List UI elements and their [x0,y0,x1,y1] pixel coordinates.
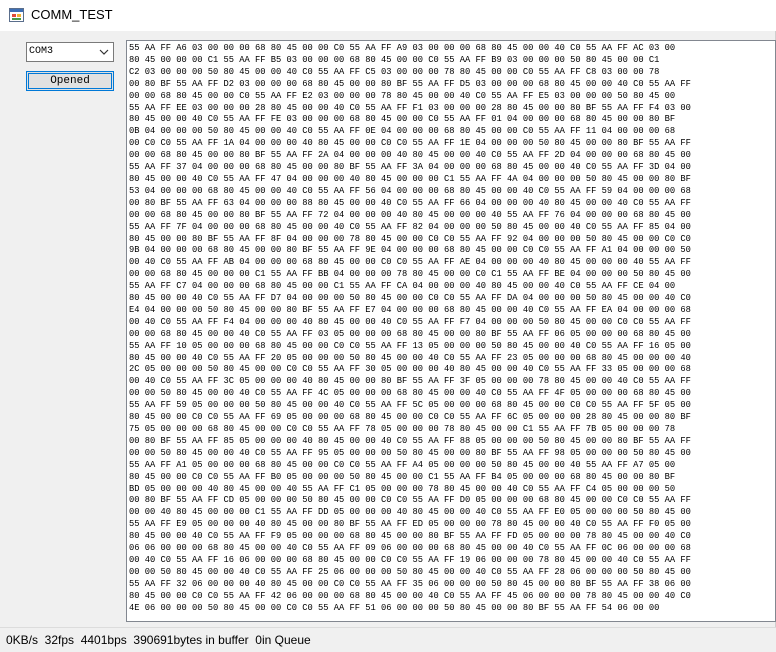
title-bar[interactable]: COMM_TEST [0,0,776,31]
hex-line: 80 45 00 00 40 C0 55 AA FF D7 04 00 00 0… [129,293,691,304]
hex-line: 00 00 50 80 45 00 00 40 C0 55 AA FF 4C 0… [129,388,691,399]
hex-line: 80 45 00 00 40 C0 55 AA FF FE 03 00 00 0… [129,114,676,125]
hex-line: 80 45 00 00 40 C0 55 AA FF F9 05 00 00 0… [129,531,691,542]
hex-line: 55 AA FF 7F 04 00 00 00 68 80 45 00 00 4… [129,221,691,232]
hex-line: 00 00 68 80 45 00 00 00 C1 55 AA FF BB 0… [129,269,691,280]
hex-line: 55 AA FF E9 05 00 00 00 40 80 45 00 00 8… [129,519,691,530]
status-bar: 0KB/s 32fps 4401bps 390691bytes in buffe… [0,627,776,652]
hex-line: 06 06 00 00 00 68 80 45 00 00 40 C0 55 A… [129,543,691,554]
hex-line: 00 00 40 80 45 00 00 00 C1 55 AA FF DD 0… [129,507,691,518]
port-select[interactable]: COM3 [26,42,114,62]
hex-line: 00 00 50 80 45 00 00 40 C0 55 AA FF 25 0… [129,566,691,577]
hex-line: 00 00 68 80 45 00 00 80 BF 55 AA FF 2A 0… [129,150,691,161]
hex-line: 00 40 C0 55 AA FF 3C 05 00 00 00 40 80 4… [129,376,691,387]
hex-line: 00 80 BF 55 AA FF 85 05 00 00 00 40 80 4… [129,435,691,446]
hex-line: 00 00 50 80 45 00 00 40 C0 55 AA FF 95 0… [129,447,691,458]
hex-line: 80 45 00 00 C0 C0 55 AA FF B0 05 00 00 0… [129,471,676,482]
hex-line: 55 AA FF A1 05 00 00 00 68 80 45 00 00 C… [129,459,676,470]
hex-line: 80 45 00 00 C0 C0 55 AA FF 42 06 00 00 0… [129,590,691,601]
hex-line: 00 80 BF 55 AA FF D2 03 00 00 00 68 80 4… [129,78,691,89]
hex-line: 55 AA FF 10 05 00 00 00 68 80 45 00 00 C… [129,340,691,351]
port-select-value: COM3 [29,46,54,57]
hex-line: 00 40 C0 55 AA FF F4 04 00 00 00 40 80 4… [129,316,691,327]
hex-line: 55 AA FF A6 03 00 00 00 68 80 45 00 00 C… [129,43,676,53]
hex-line: BD 05 00 00 00 40 80 45 00 00 40 55 AA F… [129,483,676,494]
hex-line: 53 04 00 00 00 68 80 45 00 00 40 C0 55 A… [129,185,691,196]
app-window: COMM_TEST COM3 Opened 55 AA FF A6 03 00 … [0,0,776,652]
hex-line: C2 03 00 00 00 50 80 45 00 00 40 C0 55 A… [129,66,660,77]
open-port-button[interactable]: Opened [26,71,114,91]
hex-line: 00 80 BF 55 AA FF CD 05 00 00 00 50 80 4… [129,495,691,506]
hex-line: 2C 05 00 00 00 50 80 45 00 00 C0 C0 55 A… [129,364,691,375]
hex-line: 00 C0 C0 55 AA FF 1A 04 00 00 00 40 80 4… [129,138,691,149]
received-data-textbox[interactable]: 55 AA FF A6 03 00 00 00 68 80 45 00 00 C… [126,40,776,622]
chevron-down-icon[interactable] [97,45,111,59]
hex-line: 00 40 C0 55 AA FF AB 04 00 00 00 68 80 4… [129,257,691,268]
hex-line: 9B 04 00 00 00 68 80 45 00 00 80 BF 55 A… [129,245,691,256]
status-text: 0KB/s 32fps 4401bps 390691bytes in buffe… [6,633,311,647]
hex-line: 80 45 00 00 40 C0 55 AA FF 20 05 00 00 0… [129,352,691,363]
hex-line: 55 AA FF EE 03 00 00 00 28 80 45 00 00 4… [129,102,691,113]
hex-line: 55 AA FF 37 04 00 00 00 68 80 45 00 00 8… [129,162,691,173]
hex-line: 80 45 00 00 00 C1 55 AA FF B5 03 00 00 0… [129,54,660,65]
hex-line: 0B 04 00 00 00 50 80 45 00 00 40 C0 55 A… [129,126,676,137]
hex-line: 55 AA FF 32 06 00 00 00 40 80 45 00 00 C… [129,578,691,589]
hex-line: 80 45 00 00 80 BF 55 AA FF 8F 04 00 00 0… [129,233,691,244]
received-hex-text: 55 AA FF A6 03 00 00 00 68 80 45 00 00 C… [127,41,763,615]
hex-line: 80 45 00 00 40 C0 55 AA FF 47 04 00 00 0… [129,173,691,184]
hex-line: 4E 06 00 00 00 50 80 45 00 00 C0 C0 55 A… [129,602,660,613]
hex-line: 55 AA FF 59 05 00 00 00 50 80 45 00 00 4… [129,400,691,411]
hex-line: E4 04 00 00 00 50 80 45 00 00 80 BF 55 A… [129,304,691,315]
window-title: COMM_TEST [31,7,113,22]
hex-line: 55 AA FF C7 04 00 00 00 68 80 45 00 00 C… [129,281,676,292]
app-window-icon [9,8,24,22]
hex-line: 00 00 68 80 45 00 00 C0 55 AA FF E2 03 0… [129,90,676,101]
hex-line: 00 80 BF 55 AA FF 63 04 00 00 00 88 80 4… [129,197,691,208]
hex-line: 00 00 68 80 45 00 00 80 BF 55 AA FF 72 0… [129,209,691,220]
hex-line: 00 40 C0 55 AA FF 16 06 00 00 00 68 80 4… [129,554,691,565]
hex-line: 80 45 00 00 C0 C0 55 AA FF 69 05 00 00 0… [129,412,691,423]
hex-line: 75 05 00 00 00 68 80 45 00 00 C0 C0 55 A… [129,424,676,434]
hex-line: 00 00 68 80 45 00 00 40 C0 55 AA FF 03 0… [129,328,691,339]
